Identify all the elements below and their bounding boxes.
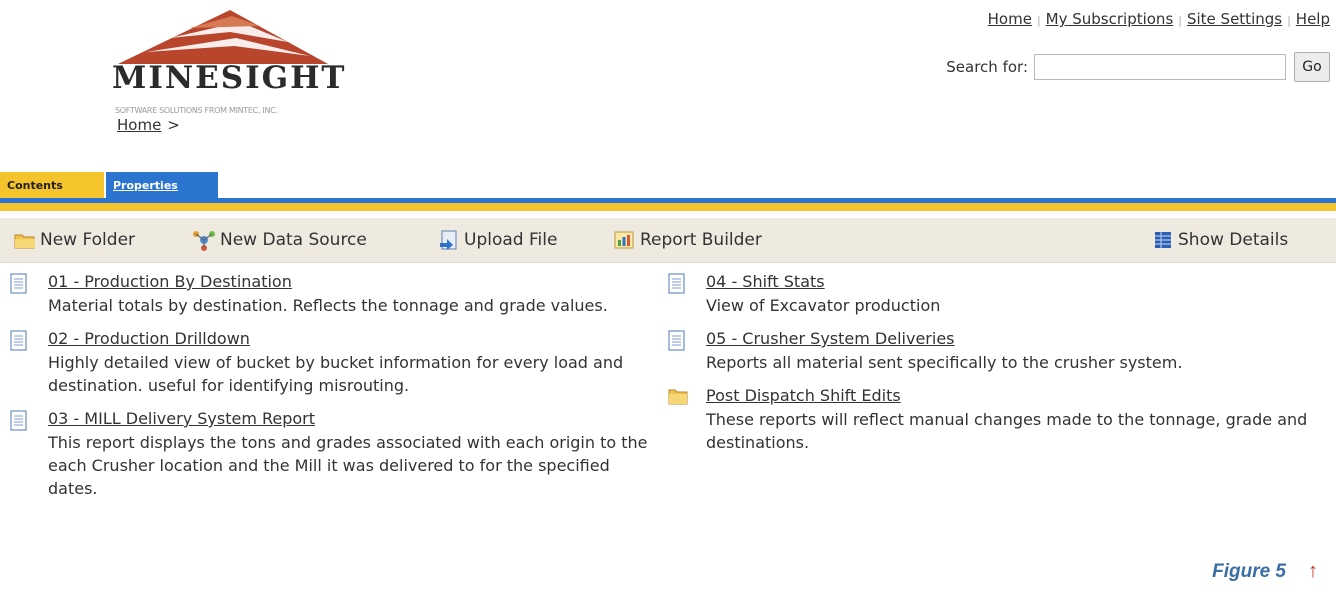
new-folder-label: New Folder [40,230,136,250]
list-item: 01 - Production By Destination Material … [10,270,650,317]
go-button[interactable]: Go [1294,52,1330,82]
report-description: Material totals by destination. Reflects… [48,296,608,315]
folder-link[interactable]: Post Dispatch Shift Edits [706,384,1308,408]
report-builder-button[interactable]: Report Builder [612,218,762,262]
list-item: 03 - MILL Delivery System Report This re… [10,407,650,500]
breadcrumb: Home > [117,116,180,134]
breadcrumb-home-link[interactable]: Home [117,116,161,134]
help-link[interactable]: Help [1296,10,1330,28]
list-item: 05 - Crusher System Deliveries Reports a… [668,327,1308,374]
upload-file-label: Upload File [464,230,558,250]
folder-description: These reports will reflect manual change… [706,410,1308,452]
top-links: Home | My Subscriptions | Site Settings | Help [988,10,1330,28]
report-description: View of Excavator production [706,296,941,315]
new-data-source-label: New Data Source [220,230,367,250]
report-icon [10,330,27,351]
breadcrumb-separator: > [167,116,180,134]
logo-word: MINESIGHT [112,60,347,96]
upload-file-button[interactable]: Upload File [438,218,557,262]
list-item: Post Dispatch Shift Edits These reports … [668,384,1308,454]
search-bar: Search for: Go [946,52,1330,82]
report-link[interactable]: 01 - Production By Destination [48,270,650,294]
tab-properties[interactable]: Properties [106,172,218,198]
report-description: This report displays the tons and grades… [48,433,648,498]
report-icon [668,273,685,294]
report-icon [10,273,27,294]
report-link[interactable]: 04 - Shift Stats [706,270,1308,294]
content-column-right: 04 - Shift Stats View of Excavator produ… [668,270,1308,464]
report-icon [10,410,27,431]
report-description: Highly detailed view of bucket by bucket… [48,353,624,395]
details-list-icon [1155,232,1171,248]
report-builder-label: Report Builder [640,230,762,250]
list-item: 02 - Production Drilldown Highly detaile… [10,327,650,397]
list-item: 04 - Shift Stats View of Excavator produ… [668,270,1308,317]
content-column-left: 01 - Production By Destination Material … [10,270,650,510]
upload-icon [440,230,457,250]
my-subscriptions-link[interactable]: My Subscriptions [1046,10,1174,28]
report-icon [668,330,685,351]
logo-wordmark: MINESIGHT [112,60,347,96]
toolbar: New Folder New Data Source Upload File R… [0,218,1336,263]
show-details-button[interactable]: Show Details [1152,218,1288,262]
folder-icon [14,234,35,249]
show-details-label: Show Details [1178,230,1289,250]
figure-caption: Figure 5 ↑ [1212,560,1318,583]
link-divider: | [1178,14,1182,27]
tab-strip: Contents Properties [0,172,1336,198]
search-label: Search for: [946,58,1028,76]
new-data-source-button[interactable]: New Data Source [192,218,367,262]
report-link[interactable]: 03 - MILL Delivery System Report [48,407,650,431]
search-input[interactable] [1034,54,1286,80]
report-link[interactable]: 05 - Crusher System Deliveries [706,327,1308,351]
mountain-logo-icon [118,10,328,64]
tab-underline-yellow [0,203,1336,211]
data-source-icon [193,231,215,251]
link-divider: | [1036,14,1041,27]
home-link[interactable]: Home [988,10,1032,28]
report-description: Reports all material sent specifically t… [706,353,1183,372]
folder-icon [668,389,688,405]
report-builder-icon [614,231,634,249]
tab-properties-label: Properties [113,179,178,192]
tab-contents[interactable]: Contents [0,172,104,198]
logo-tagline: SOFTWARE SOLUTIONS FROM MINTEC, INC. [115,106,278,115]
new-folder-button[interactable]: New Folder [14,218,135,262]
site-settings-link[interactable]: Site Settings [1187,10,1282,28]
figure-caption-text: Figure 5 [1212,560,1286,582]
up-arrow-icon[interactable]: ↑ [1308,560,1318,583]
minesight-logo: MINESIGHT SOFTWARE SOLUTIONS FROM MINTEC… [110,8,360,123]
link-divider: | [1287,14,1291,27]
report-link[interactable]: 02 - Production Drilldown [48,327,650,351]
